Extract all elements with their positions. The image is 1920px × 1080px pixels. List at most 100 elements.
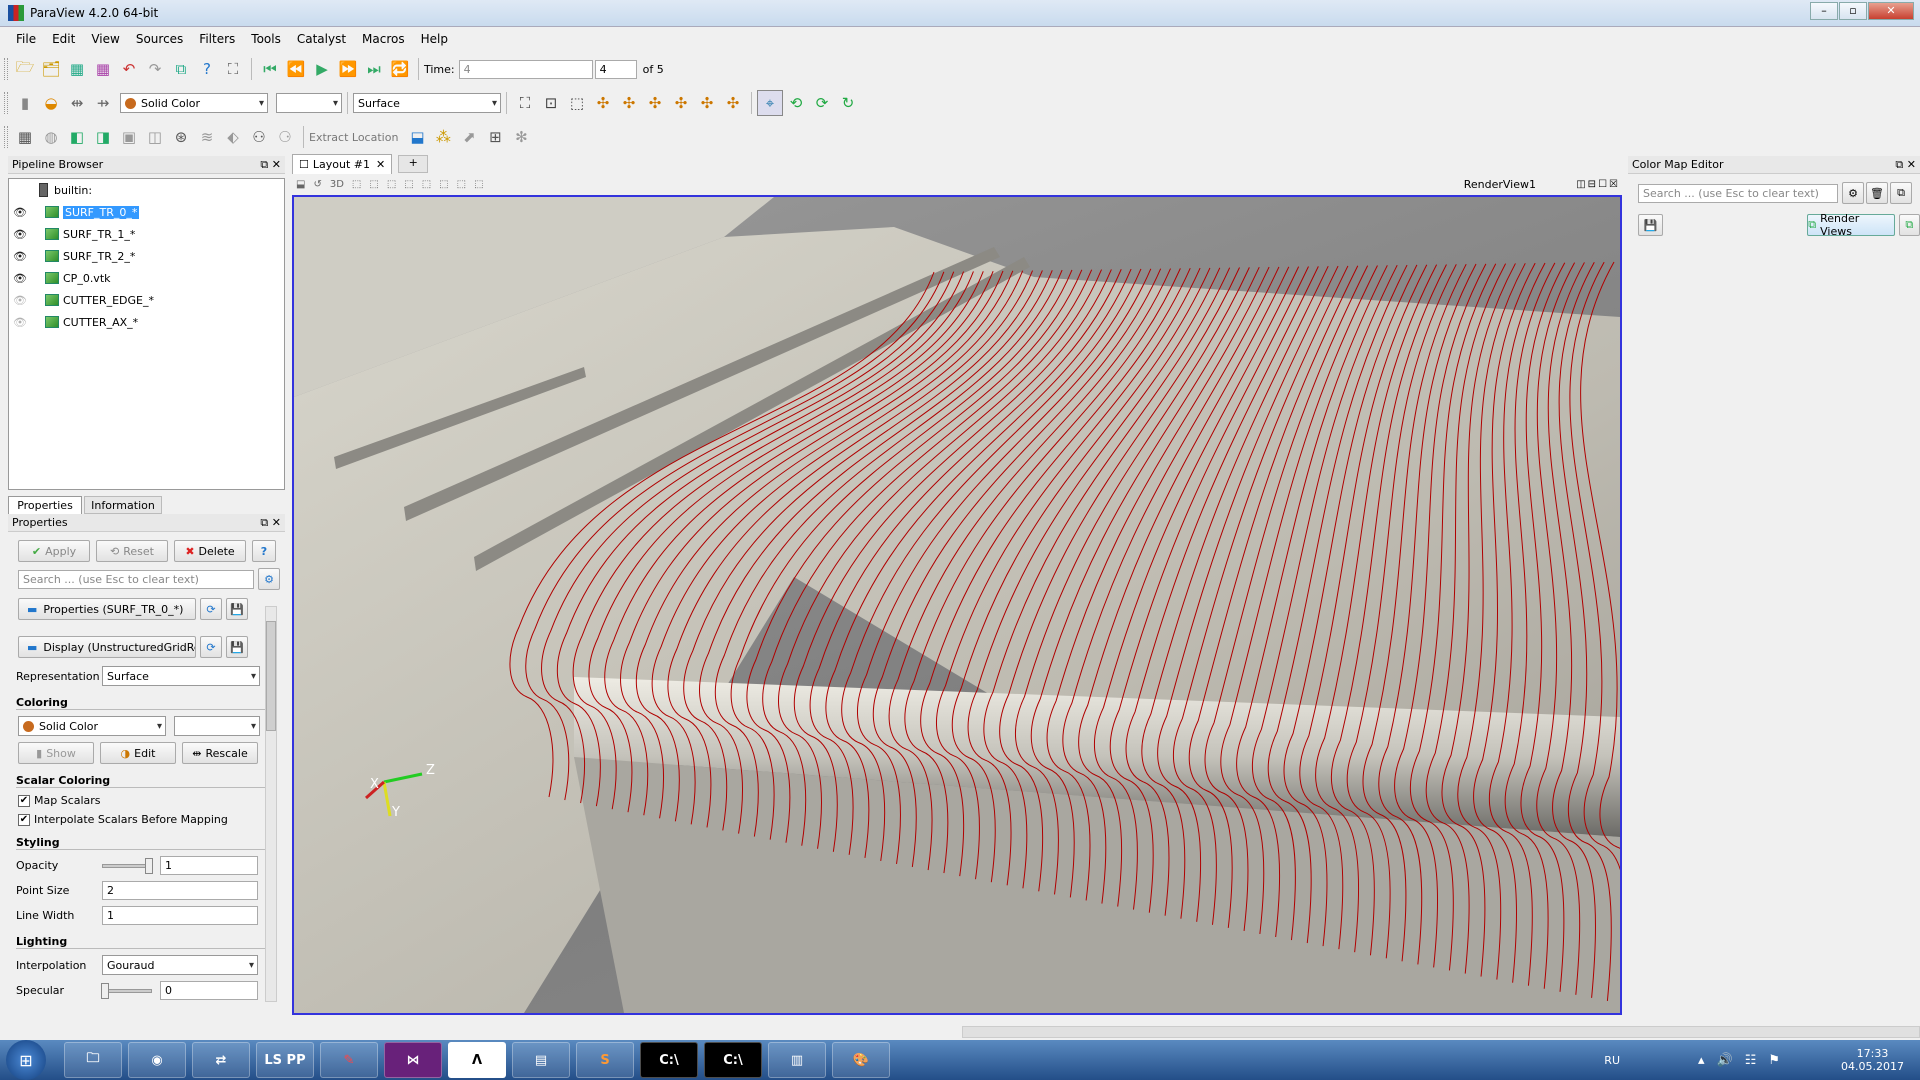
glyph-icon[interactable]: ⊛ bbox=[168, 124, 194, 150]
eye-visible-icon[interactable]: 👁 bbox=[13, 272, 27, 285]
maximize-button[interactable]: ▫ bbox=[1839, 2, 1867, 20]
specular-slider[interactable] bbox=[101, 982, 152, 999]
play-icon[interactable]: ▶ bbox=[309, 56, 335, 82]
properties-group-header[interactable]: ▬ Properties (SURF_TR_0_*) bbox=[18, 598, 196, 620]
loop-icon[interactable]: 🔁 bbox=[387, 56, 413, 82]
teamviewer-icon[interactable]: ⇄ bbox=[192, 1042, 250, 1078]
panel-float-close-icons[interactable]: ⧉ ✕ bbox=[260, 516, 281, 530]
select-cells-icon[interactable]: ⬓ bbox=[404, 124, 430, 150]
calculator-icon[interactable]: ▦ bbox=[12, 124, 38, 150]
rescale-range-icon[interactable]: ⇹ bbox=[64, 90, 90, 116]
pipeline-root[interactable]: builtin: bbox=[9, 179, 284, 201]
zoom-to-box-icon[interactable]: ⬚ bbox=[564, 90, 590, 116]
colorbar-icon[interactable]: ▮ bbox=[12, 90, 38, 116]
extract-subset-icon[interactable]: ◫ bbox=[142, 124, 168, 150]
bottom-scrollbar[interactable] bbox=[962, 1026, 1920, 1038]
menu-macros[interactable]: Macros bbox=[354, 32, 413, 46]
menu-sources[interactable]: Sources bbox=[128, 32, 191, 46]
properties-search-input[interactable]: Search ... (use Esc to clear text) bbox=[18, 569, 254, 589]
tab-layout-1[interactable]: ☐ Layout #1 ✕ bbox=[292, 154, 393, 174]
stream-tracer-icon[interactable]: ≋ bbox=[194, 124, 220, 150]
camera-undo-icon[interactable]: ↺ bbox=[313, 179, 321, 190]
component-combo[interactable] bbox=[276, 93, 342, 113]
group-datasets-icon[interactable]: ⚇ bbox=[246, 124, 272, 150]
show-center-icon[interactable]: ⌖ bbox=[757, 90, 783, 116]
coloring-combo[interactable]: Solid Color bbox=[120, 93, 268, 113]
restore-defaults-icon[interactable]: ⟳ bbox=[200, 636, 222, 658]
display-group-header[interactable]: ▬ Display (UnstructuredGridRe bbox=[18, 636, 196, 658]
explorer-icon[interactable]: 🗀 bbox=[64, 1042, 122, 1078]
representation-combo[interactable]: Surface bbox=[353, 93, 501, 113]
add-layout-tab[interactable]: + bbox=[398, 155, 429, 173]
view-plus-z-icon[interactable]: ✣ bbox=[694, 90, 720, 116]
rescale-custom-icon[interactable]: ⇸ bbox=[90, 90, 116, 116]
line-width-field[interactable]: 1 bbox=[102, 906, 258, 925]
extract-level-icon[interactable]: ⚆ bbox=[272, 124, 298, 150]
help-button[interactable]: ? bbox=[252, 540, 276, 562]
cmd-icon-2[interactable]: C:\ bbox=[704, 1042, 762, 1078]
reset-button[interactable]: ⟲ Reset bbox=[96, 540, 168, 562]
recent-files-icon[interactable]: 🗂 bbox=[38, 56, 64, 82]
clear-selection-icon[interactable]: ⬚ bbox=[474, 179, 483, 190]
connect-icon[interactable]: ⧉ bbox=[168, 56, 194, 82]
time-value-field[interactable]: 4 bbox=[458, 59, 593, 79]
maximize-view-icon[interactable]: ☐ bbox=[1598, 179, 1607, 190]
help-icon[interactable]: ? bbox=[194, 56, 220, 82]
panel-float-close-icons[interactable]: ⧉ ✕ bbox=[260, 158, 281, 172]
terminal-app-icon[interactable]: ▤ bbox=[512, 1042, 570, 1078]
rotation-center-icon[interactable]: ↻ bbox=[835, 90, 861, 116]
threshold-icon[interactable]: ▣ bbox=[116, 124, 142, 150]
toggle-3d-button[interactable]: 3D bbox=[330, 179, 344, 190]
eye-hidden-icon[interactable]: 👁 bbox=[13, 316, 27, 329]
paint-icon[interactable]: 🎨 bbox=[832, 1042, 890, 1078]
split-horizontal-icon[interactable]: ◫ bbox=[1576, 179, 1585, 190]
menu-file[interactable]: File bbox=[8, 32, 44, 46]
pipeline-item[interactable]: 👁 CUTTER_AX_* bbox=[9, 311, 284, 333]
extract-location-label[interactable]: Extract Location bbox=[309, 131, 398, 144]
select-block-icon[interactable]: ⬚ bbox=[404, 179, 413, 190]
edit-colormap-button[interactable]: ◑ Edit bbox=[100, 742, 176, 764]
lspp-icon[interactable]: LS PP bbox=[256, 1042, 314, 1078]
capture-screenshot-icon[interactable]: ⬓ bbox=[296, 179, 305, 190]
panel-float-close-icons[interactable]: ⧉ ✕ bbox=[1895, 158, 1916, 172]
interpolation-select[interactable]: Gouraud bbox=[102, 955, 258, 975]
tray-up-icon[interactable]: ▴ bbox=[1698, 1053, 1705, 1068]
properties-scrollbar[interactable] bbox=[265, 606, 277, 1002]
view-minus-y-icon[interactable]: ✣ bbox=[668, 90, 694, 116]
close-button[interactable]: ✕ bbox=[1868, 2, 1914, 20]
eye-visible-icon[interactable]: 👁 bbox=[13, 228, 27, 241]
specular-field[interactable]: 0 bbox=[160, 981, 258, 1000]
view-minus-x-icon[interactable]: ✣ bbox=[616, 90, 642, 116]
histogram-icon[interactable]: ✻ bbox=[508, 124, 534, 150]
pick-center-icon[interactable]: ⛶ bbox=[220, 56, 246, 82]
pipeline-item[interactable]: 👁 CUTTER_EDGE_* bbox=[9, 289, 284, 311]
clip-icon[interactable]: ◧ bbox=[64, 124, 90, 150]
first-frame-icon[interactable]: ⏮ bbox=[257, 56, 283, 82]
menu-tools[interactable]: Tools bbox=[243, 32, 289, 46]
show-colorbar-button[interactable]: ▮ Show bbox=[18, 742, 94, 764]
warp-icon[interactable]: ⬖ bbox=[220, 124, 246, 150]
view-plus-y-icon[interactable]: ✣ bbox=[642, 90, 668, 116]
map-scalars-checkbox[interactable]: ✔ bbox=[18, 794, 30, 807]
pipeline-item[interactable]: 👁 SURF_TR_0_* bbox=[9, 201, 284, 223]
view-minus-z-icon[interactable]: ✣ bbox=[720, 90, 746, 116]
plot-selection-icon[interactable]: ⬈ bbox=[456, 124, 482, 150]
visual-studio-icon[interactable]: ⋈ bbox=[384, 1042, 442, 1078]
split-vertical-icon[interactable]: ⊟ bbox=[1588, 179, 1596, 190]
eye-visible-icon[interactable]: 👁 bbox=[13, 206, 27, 219]
select-points-icon[interactable]: ⬚ bbox=[369, 179, 378, 190]
save-icon[interactable]: 💾 bbox=[1638, 214, 1664, 236]
minimize-button[interactable]: – bbox=[1810, 2, 1838, 20]
time-index-spinbox[interactable]: 4 bbox=[594, 59, 637, 79]
advanced-gear-icon[interactable]: ⚙ bbox=[1842, 182, 1864, 204]
tab-information[interactable]: Information bbox=[84, 496, 162, 514]
save-defaults-icon[interactable]: 💾 bbox=[226, 598, 248, 620]
delete-icon[interactable]: 🗑 bbox=[1866, 182, 1888, 204]
select-points-icon[interactable]: ⁂ bbox=[430, 124, 456, 150]
zoom-to-data-icon[interactable]: ⊡ bbox=[538, 90, 564, 116]
interpolate-scalars-checkbox[interactable]: ✔ bbox=[18, 813, 30, 826]
language-indicator[interactable]: RU bbox=[1604, 1054, 1620, 1067]
component-select[interactable] bbox=[174, 716, 260, 736]
open-icon[interactable]: 🗁 bbox=[12, 56, 38, 82]
flag-icon[interactable]: ⚑ bbox=[1768, 1053, 1780, 1068]
